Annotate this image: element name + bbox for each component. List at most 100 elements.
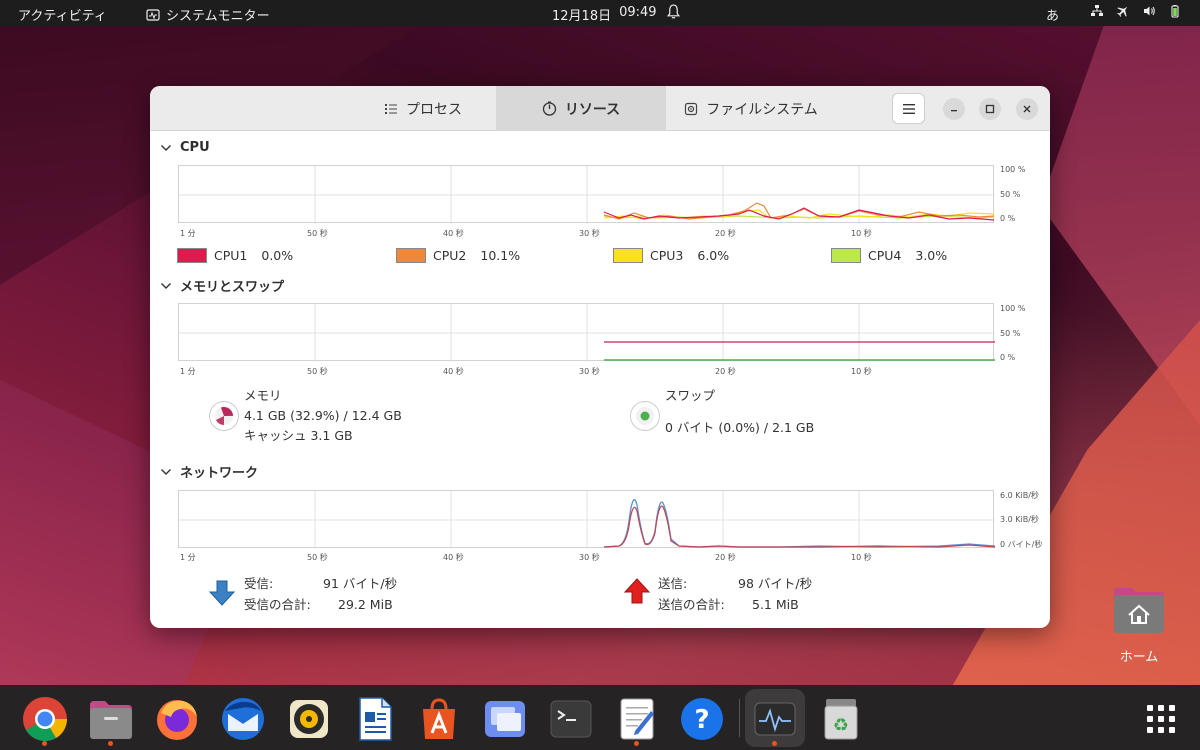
tab-filesystems[interactable]: ファイルシステム bbox=[666, 86, 836, 131]
memory-section-header[interactable]: メモリとスワップ bbox=[160, 276, 284, 295]
x-tick-label: 40 秒 bbox=[443, 229, 464, 238]
swap-label: スワップ bbox=[665, 388, 716, 403]
running-indicator bbox=[634, 741, 639, 746]
rhythmbox-icon[interactable] bbox=[285, 695, 333, 743]
network-icon bbox=[1091, 5, 1103, 16]
volume-icon bbox=[1144, 6, 1155, 16]
sent-label: 送信: bbox=[658, 576, 688, 591]
sent-total-label: 送信の合計: bbox=[658, 597, 725, 612]
x-tick-label: 30 秒 bbox=[579, 229, 600, 238]
airplane-mode-icon bbox=[1116, 6, 1128, 18]
clock-date: 12月18日 bbox=[552, 9, 612, 24]
minimize-button[interactable] bbox=[943, 98, 965, 120]
memory-pie[interactable] bbox=[209, 401, 239, 431]
trash-icon[interactable]: ♻ bbox=[817, 695, 865, 743]
home-folder-label[interactable]: ホーム bbox=[1112, 646, 1166, 665]
legend-name: CPU1 bbox=[214, 248, 248, 263]
x-tick-label: 1 分 bbox=[180, 367, 196, 376]
memory-label: メモリ bbox=[244, 388, 282, 403]
cpu1-legend[interactable]: CPU1 0.0% bbox=[177, 248, 293, 263]
cache-value: キャッシュ 3.1 GB bbox=[244, 428, 353, 443]
memory-graph bbox=[178, 303, 995, 362]
app-center-icon[interactable] bbox=[415, 695, 463, 743]
x-tick-label: 20 秒 bbox=[715, 229, 736, 238]
maximize-icon bbox=[985, 104, 995, 114]
chevron-down-icon bbox=[161, 282, 171, 289]
x-tick-label: 10 秒 bbox=[851, 367, 872, 376]
system-monitor-icon[interactable] bbox=[751, 695, 799, 743]
legend-value: 3.0% bbox=[915, 248, 948, 263]
battery-icon bbox=[1171, 5, 1179, 18]
clock[interactable]: 12月18日 09:49 bbox=[552, 5, 657, 24]
running-indicator bbox=[108, 741, 113, 746]
svg-text:?: ? bbox=[694, 705, 709, 735]
clock-time: 09:49 bbox=[619, 5, 657, 20]
thunderbird-icon[interactable] bbox=[219, 695, 267, 743]
system-tray[interactable] bbox=[1090, 4, 1182, 18]
maximize-button[interactable] bbox=[979, 98, 1001, 120]
upload-arrow-icon[interactable] bbox=[623, 577, 651, 605]
network-section-header[interactable]: ネットワーク bbox=[160, 462, 258, 481]
close-button[interactable] bbox=[1016, 98, 1038, 120]
activities-button[interactable]: アクティビティ bbox=[18, 5, 107, 24]
home-folder-icon[interactable] bbox=[1112, 585, 1166, 635]
received-label: 受信: bbox=[244, 576, 274, 591]
legend-name: CPU3 bbox=[650, 248, 684, 263]
x-tick-label: 40 秒 bbox=[443, 553, 464, 562]
legend-value: 0.0% bbox=[261, 248, 294, 263]
y-tick-label: 100 % bbox=[1000, 304, 1026, 313]
swap-info: スワップ 0 バイト (0.0%) / 2.1 GB bbox=[665, 386, 814, 438]
x-tick-label: 50 秒 bbox=[307, 229, 328, 238]
download-arrow-icon[interactable] bbox=[208, 579, 236, 607]
terminal-icon[interactable] bbox=[547, 695, 595, 743]
running-indicator bbox=[42, 741, 47, 746]
network-graph-plot bbox=[179, 491, 996, 549]
received-total: 29.2 MiB bbox=[338, 597, 393, 612]
received-info: 受信: 91 バイト/秒 受信の合計: 29.2 MiB bbox=[244, 573, 494, 617]
sent-info: 送信: 98 バイト/秒 送信の合計: 5.1 MiB bbox=[658, 573, 908, 617]
memory-info: メモリ 4.1 GB (32.9%) / 12.4 GB キャッシュ 3.1 G… bbox=[244, 386, 402, 446]
help-icon[interactable]: ? bbox=[678, 695, 726, 743]
app-name: システムモニター bbox=[166, 9, 270, 24]
cpu1-color-swatch[interactable] bbox=[177, 248, 207, 263]
section-title: CPU bbox=[180, 140, 210, 155]
text-editor-icon[interactable] bbox=[613, 695, 661, 743]
show-apps-grid-icon[interactable] bbox=[1137, 695, 1185, 743]
dock: ? ♻ bbox=[0, 685, 1200, 750]
x-tick-label: 30 秒 bbox=[579, 367, 600, 376]
y-tick-label: 50 % bbox=[1000, 329, 1021, 338]
cpu4-color-swatch[interactable] bbox=[831, 248, 861, 263]
cpu-section-header[interactable]: CPU bbox=[160, 140, 210, 155]
app-menu[interactable]: システムモニター bbox=[146, 5, 270, 24]
chrome-icon[interactable] bbox=[21, 695, 69, 743]
libreoffice-writer-icon[interactable] bbox=[351, 695, 399, 743]
running-indicator bbox=[772, 741, 777, 746]
tab-label: ファイルシステム bbox=[706, 101, 818, 118]
tab-processes[interactable]: プロセス bbox=[350, 86, 496, 131]
sent-total: 5.1 MiB bbox=[752, 597, 799, 612]
input-method-indicator[interactable]: あ bbox=[1046, 5, 1059, 24]
cpu4-legend[interactable]: CPU4 3.0% bbox=[831, 248, 947, 263]
cpu2-color-swatch[interactable] bbox=[396, 248, 426, 263]
files-icon[interactable] bbox=[87, 695, 135, 743]
cpu3-legend[interactable]: CPU3 6.0% bbox=[613, 248, 729, 263]
network-graph bbox=[178, 490, 996, 549]
cpu-graph-plot bbox=[179, 166, 995, 224]
system-monitor-icon bbox=[146, 8, 160, 21]
section-title: メモリとスワップ bbox=[180, 280, 285, 295]
tab-resources[interactable]: リソース bbox=[496, 86, 666, 131]
main-menu-button[interactable] bbox=[892, 93, 925, 124]
cpu3-color-swatch[interactable] bbox=[613, 248, 643, 263]
hamburger-icon bbox=[902, 103, 915, 114]
screenshot-icon[interactable] bbox=[481, 695, 529, 743]
memory-value: 4.1 GB (32.9%) / 12.4 GB bbox=[244, 408, 402, 423]
y-tick-label: 0 % bbox=[1000, 353, 1016, 362]
x-tick-label: 20 秒 bbox=[715, 367, 736, 376]
bell-icon[interactable] bbox=[666, 3, 681, 20]
legend-value: 6.0% bbox=[697, 248, 730, 263]
x-tick-label: 20 秒 bbox=[715, 553, 736, 562]
firefox-icon[interactable] bbox=[153, 695, 201, 743]
y-tick-label: 0 % bbox=[1000, 214, 1016, 223]
swap-pie[interactable] bbox=[630, 401, 660, 431]
cpu2-legend[interactable]: CPU2 10.1% bbox=[396, 248, 520, 263]
